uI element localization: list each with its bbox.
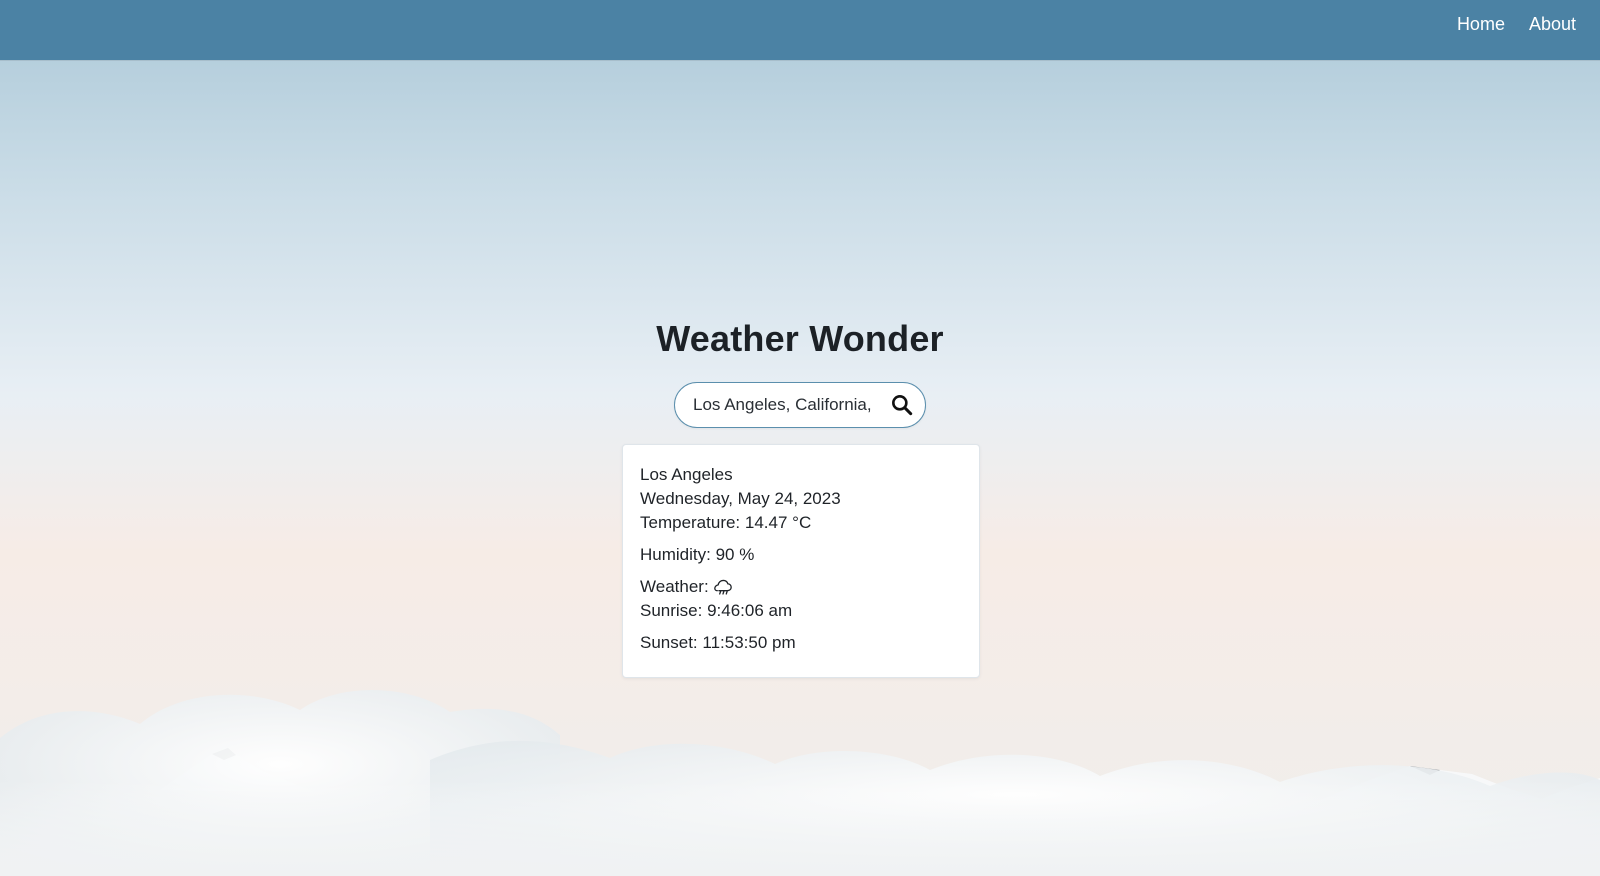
temperature-value: Temperature: 14.47 °C bbox=[640, 513, 812, 532]
cloud-rain-icon bbox=[713, 579, 732, 595]
city-name: Los Angeles bbox=[640, 465, 733, 484]
humidity-value: Humidity: 90 % bbox=[640, 545, 755, 564]
search-icon bbox=[892, 395, 913, 416]
location-search-box bbox=[674, 382, 926, 428]
weather-info-card: Los Angeles Wednesday, May 24, 2023 Temp… bbox=[622, 444, 980, 678]
sunrise-time: Sunrise: 9:46:06 am bbox=[640, 601, 793, 620]
main-nav: Home About bbox=[1457, 12, 1576, 36]
weather-app-page: Home About Weather Wonder Los Angeles We… bbox=[0, 0, 1600, 876]
search-button[interactable] bbox=[889, 392, 915, 418]
weather-row: Weather: bbox=[640, 575, 960, 599]
location-search-input[interactable] bbox=[693, 393, 875, 417]
top-navigation-bar: Home About bbox=[0, 0, 1600, 60]
nav-about-link[interactable]: About bbox=[1529, 12, 1576, 36]
weather-label: Weather: bbox=[640, 577, 709, 596]
page-title: Weather Wonder bbox=[656, 318, 944, 359]
current-date: Wednesday, May 24, 2023 bbox=[640, 489, 841, 508]
sunset-time: Sunset: 11:53:50 pm bbox=[640, 633, 796, 652]
cloud-mountain-background bbox=[0, 689, 1600, 876]
weather-info-content: Los Angeles Wednesday, May 24, 2023 Temp… bbox=[640, 463, 960, 655]
nav-home-link[interactable]: Home bbox=[1457, 12, 1505, 36]
